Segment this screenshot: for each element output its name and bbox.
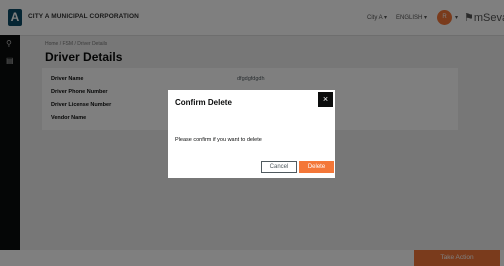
confirm-delete-modal: Confirm Delete Please confirm if you wan… (168, 90, 335, 178)
modal-message: Please confirm if you want to delete (175, 137, 262, 143)
cancel-button[interactable]: Cancel (261, 161, 297, 173)
delete-button[interactable]: Delete (299, 161, 334, 173)
modal-title: Confirm Delete (175, 98, 232, 107)
close-icon[interactable]: × (318, 92, 333, 107)
